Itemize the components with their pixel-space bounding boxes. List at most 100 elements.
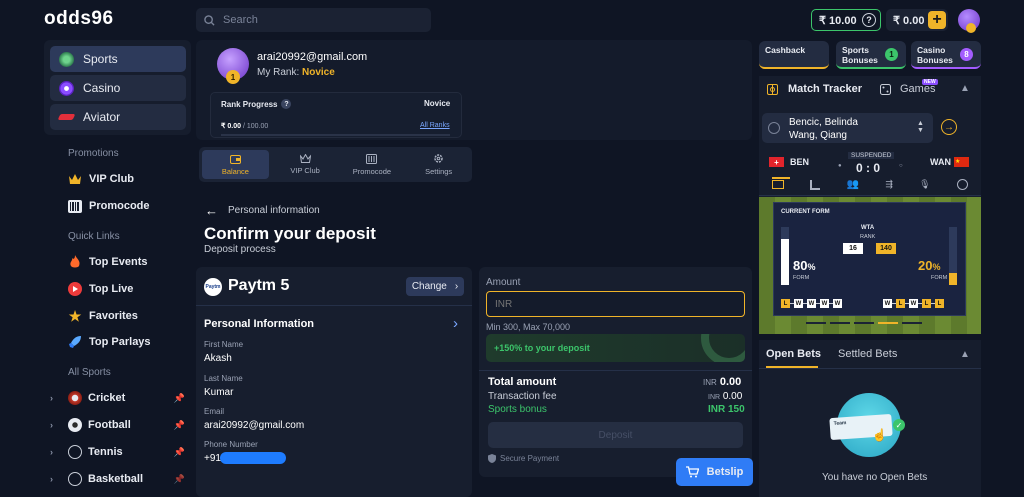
sport-football[interactable]: › Football 📌 xyxy=(50,418,185,432)
match-name: Bencic, Belinda Wang, Qiang xyxy=(789,116,858,142)
pin-icon[interactable]: 📌 xyxy=(174,420,185,431)
away-form-bar xyxy=(949,227,957,285)
gear-icon xyxy=(434,154,443,163)
carousel-dot[interactable] xyxy=(854,322,874,324)
match-score: 0 : 0 xyxy=(856,161,881,175)
tab-match-tracker[interactable]: Match Tracker xyxy=(767,83,862,95)
tab-promocode[interactable]: Promocode xyxy=(339,147,406,182)
sport-cricket-label: Cricket xyxy=(88,392,126,404)
total-currency: INR xyxy=(703,378,717,387)
amount-input[interactable] xyxy=(486,291,745,317)
rocket-icon xyxy=(68,335,82,349)
back-link[interactable]: ← Personal information xyxy=(205,203,320,218)
commentary-icon[interactable]: 🎙 xyxy=(919,179,930,190)
arrow-right-icon[interactable]: → xyxy=(941,119,957,135)
real-balance-value: ₹ 10.00 xyxy=(819,14,857,27)
match-status: SUSPENDED xyxy=(848,152,895,159)
field-view-icon[interactable] xyxy=(772,180,785,189)
collapse-icon[interactable]: ▲ xyxy=(960,349,970,360)
lineup-icon[interactable]: ⇶ xyxy=(885,179,893,190)
carousel-dot[interactable] xyxy=(830,322,850,324)
team-away: WAN xyxy=(930,157,951,167)
shield-icon xyxy=(488,454,496,463)
deposit-plus-button[interactable]: + xyxy=(928,11,946,29)
fire-icon xyxy=(68,255,82,269)
profile-rank: Novice xyxy=(302,67,335,78)
tab-settled-bets[interactable]: Settled Bets xyxy=(838,348,897,360)
nav-top-events[interactable]: Top Events xyxy=(68,255,147,269)
collapse-icon[interactable]: ▲ xyxy=(960,83,970,94)
nav-top-live[interactable]: Top Live xyxy=(68,282,133,296)
page-subtitle: Deposit process xyxy=(204,244,276,255)
promo-sports-bonuses[interactable]: Sports Bonuses 1 xyxy=(836,41,906,69)
bonus-balance[interactable]: ₹ 0.00 + xyxy=(886,9,948,31)
tennis-icon xyxy=(68,445,82,459)
pin-icon[interactable]: 📌 xyxy=(174,393,185,404)
history-icon[interactable] xyxy=(956,179,968,190)
nav-vip-club[interactable]: VIP Club xyxy=(68,172,134,186)
nav-casino[interactable]: Casino xyxy=(50,75,186,101)
nav-favorites[interactable]: ★ Favorites xyxy=(68,308,138,324)
avatar-rank-badge xyxy=(966,23,976,33)
carousel-dot[interactable] xyxy=(902,322,922,324)
carousel-dot[interactable] xyxy=(806,322,826,324)
sport-football-label: Football xyxy=(88,419,131,431)
sport-tennis[interactable]: › Tennis 📌 xyxy=(50,445,185,459)
progress-current: ₹ 0.00 xyxy=(221,123,242,130)
search-placeholder: Search xyxy=(223,14,258,26)
change-method-button[interactable]: Change › xyxy=(406,277,464,296)
tab-settings[interactable]: Settings xyxy=(405,147,472,182)
players-icon[interactable]: 👥 xyxy=(847,179,859,190)
phone-label: Phone Number xyxy=(204,440,258,449)
all-ranks-link[interactable]: All Ranks xyxy=(420,122,450,129)
away-results: W L W L L xyxy=(883,299,944,308)
pin-icon[interactable]: 📌 xyxy=(174,474,185,485)
stats-icon[interactable] xyxy=(810,179,821,190)
rank-progress-value: ₹ 0.00 / 100.00 xyxy=(221,122,268,130)
fee-amount: INR 0.00 xyxy=(708,391,742,402)
bonus-text: +150% to your deposit xyxy=(494,343,590,353)
promo-casino-bonuses-label: Casino Bonuses xyxy=(917,45,953,65)
swiss-flag-icon: + xyxy=(769,157,784,167)
casino-chip-icon xyxy=(59,80,74,96)
help-icon[interactable]: ? xyxy=(862,13,876,27)
chevron-right-icon: › xyxy=(50,393,53,403)
real-balance[interactable]: ₹ 10.00 ? xyxy=(811,9,881,31)
deposit-button-label: Deposit xyxy=(598,429,633,441)
betslip-button[interactable]: Betslip xyxy=(676,458,753,486)
last-name-label: Last Name xyxy=(204,374,243,383)
rank-progress-label: Rank Progress xyxy=(221,99,278,109)
sport-basketball[interactable]: › Basketball 📌 xyxy=(50,472,185,486)
sport-cricket[interactable]: › Cricket 📌 xyxy=(50,391,185,405)
paytm-logo: Paytm xyxy=(204,278,222,296)
nav-aviator[interactable]: Aviator xyxy=(50,104,186,130)
nav-top-events-label: Top Events xyxy=(89,256,148,268)
deposit-button[interactable]: Deposit xyxy=(488,422,743,448)
help-icon[interactable]: ? xyxy=(281,99,292,109)
last-name-value: Kumar xyxy=(204,387,234,398)
nav-sports[interactable]: Sports xyxy=(50,46,186,72)
promo-cashback-label: Cashback xyxy=(765,45,806,55)
nav-aviator-label: Aviator xyxy=(83,110,121,124)
fee-currency: INR xyxy=(708,394,721,401)
total-amount: INR 0.00 xyxy=(703,376,741,388)
promo-cashback[interactable]: Cashback xyxy=(759,41,829,69)
result-chip: L xyxy=(922,299,931,308)
personal-info-title: Personal Information xyxy=(204,318,315,330)
search-input[interactable]: Search xyxy=(196,8,431,32)
logo[interactable]: odds96 xyxy=(44,8,114,30)
profile-rank-line: My Rank: Novice xyxy=(257,67,335,78)
promo-casino-bonuses[interactable]: Casino Bonuses 8 xyxy=(911,41,981,69)
pin-icon[interactable]: 📌 xyxy=(174,447,185,458)
carousel-dot[interactable] xyxy=(878,322,898,324)
nav-promocode[interactable]: Promocode xyxy=(68,199,150,213)
tab-open-bets[interactable]: Open Bets xyxy=(766,348,821,360)
result-chip: W xyxy=(807,299,816,308)
tab-balance-label: Balance xyxy=(221,166,249,176)
tab-vip-club[interactable]: VIP Club xyxy=(272,147,339,182)
dice-icon xyxy=(880,83,891,95)
tab-balance[interactable]: Balance xyxy=(202,150,269,179)
chevron-right-icon[interactable]: › xyxy=(453,315,458,332)
nav-top-parlays[interactable]: Top Parlays xyxy=(68,335,151,349)
result-chip: W xyxy=(833,299,842,308)
